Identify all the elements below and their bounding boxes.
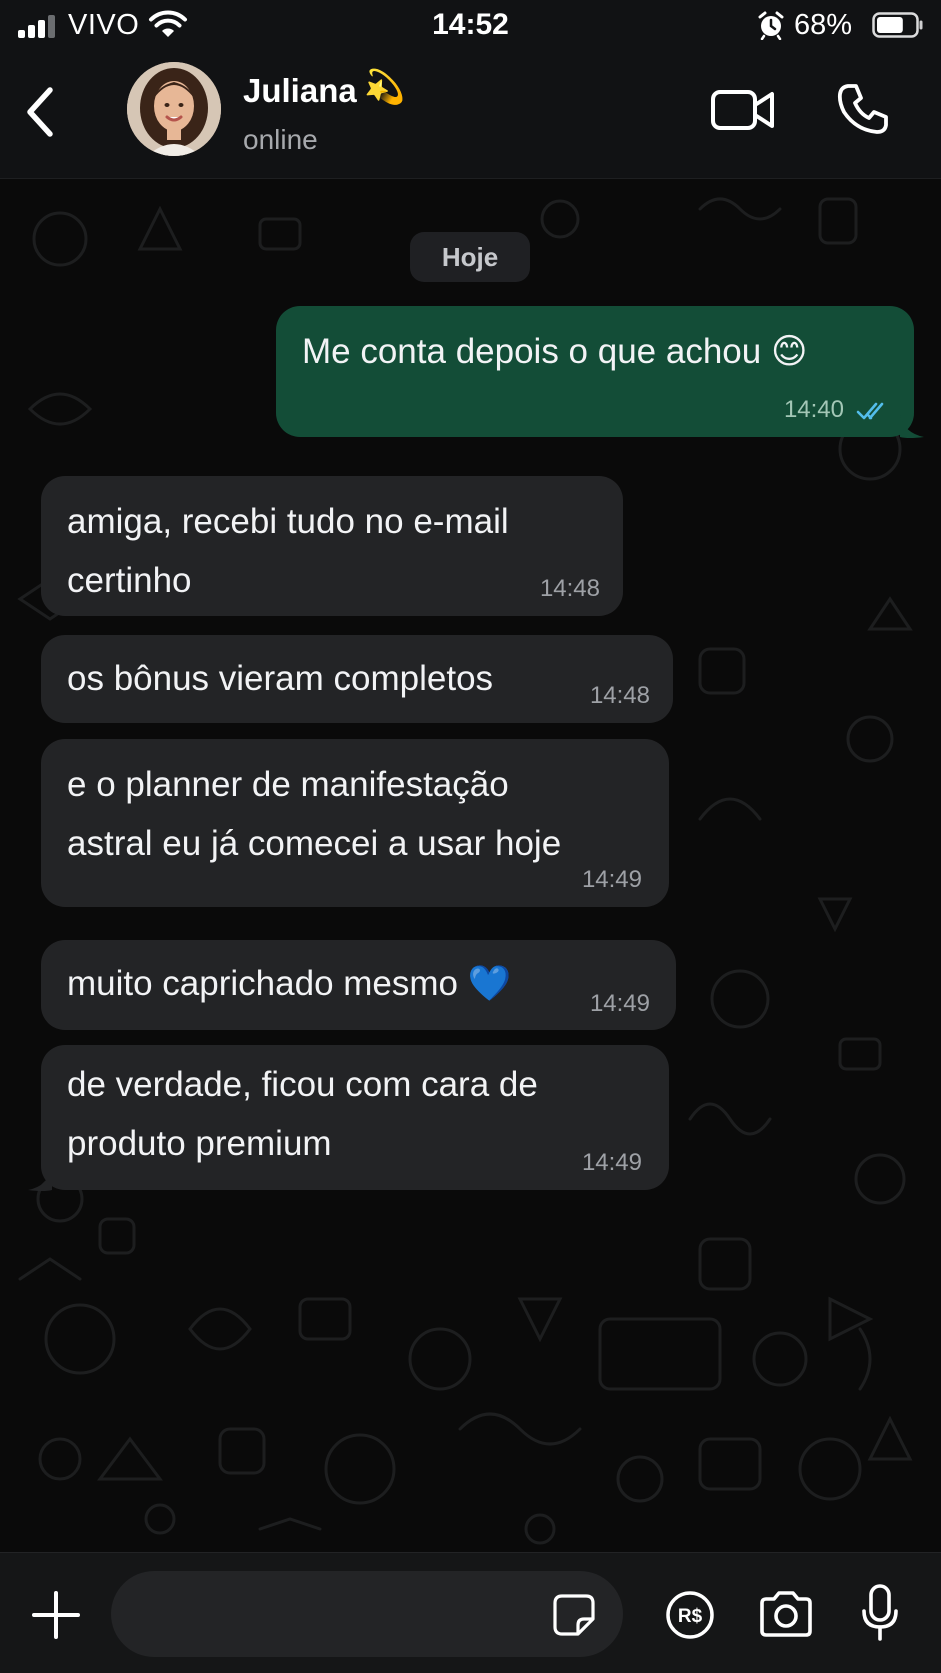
message-time: 14:48 xyxy=(589,682,650,709)
message-text-line: astral eu já comecei a usar hoje xyxy=(67,824,562,863)
date-separator-label: Hoje xyxy=(441,242,499,272)
message-time: 14:49 xyxy=(581,1149,642,1176)
message-text: muito caprichado mesmo 💙 xyxy=(67,964,512,1003)
message-incoming[interactable]: e o planner de manifestação astral eu já… xyxy=(41,739,669,907)
contact-status: online xyxy=(243,124,318,155)
sticker-icon[interactable] xyxy=(552,1593,596,1637)
message-text-line: de verdade, ficou com cara de xyxy=(67,1065,538,1104)
chat-header: Juliana 💫 online xyxy=(0,52,941,179)
message-incoming[interactable]: de verdade, ficou com cara de produto pr… xyxy=(41,1045,669,1190)
message-list[interactable]: Hoje Me conta depois o que achou 😊 14:40… xyxy=(0,179,941,1552)
message-text: os bônus vieram completos xyxy=(67,659,494,698)
message-text-line: certinho xyxy=(67,561,192,600)
battery-icon xyxy=(872,12,923,38)
contact-name[interactable]: Juliana xyxy=(243,72,357,110)
camera-icon[interactable] xyxy=(758,1589,814,1639)
back-icon[interactable] xyxy=(20,82,60,142)
message-incoming[interactable]: os bônus vieram completos 14:48 xyxy=(41,635,673,723)
microphone-icon[interactable] xyxy=(860,1583,900,1643)
message-incoming[interactable]: muito caprichado mesmo 💙 14:49 xyxy=(41,940,676,1030)
alarm-icon xyxy=(758,11,784,40)
avatar-image xyxy=(127,62,221,156)
incoming-bubble-tail xyxy=(28,1168,52,1191)
battery-percent: 68% xyxy=(794,9,853,41)
date-separator: Hoje xyxy=(410,232,530,282)
message-outgoing[interactable]: Me conta depois o que achou 😊 14:40 xyxy=(276,306,914,437)
plus-icon[interactable] xyxy=(30,1589,82,1641)
input-bar: R$ xyxy=(0,1552,941,1673)
message-time: 14:48 xyxy=(539,575,600,602)
contact-name-emoji: 💫 xyxy=(364,68,406,105)
message-input[interactable] xyxy=(111,1571,623,1657)
avatar[interactable] xyxy=(127,62,221,156)
message-time: 14:49 xyxy=(589,990,650,1017)
message-text-line: produto premium xyxy=(67,1124,332,1163)
outgoing-bubble-tail xyxy=(900,415,924,438)
read-receipt-icon xyxy=(856,402,884,420)
message-text-line: e o planner de manifestação xyxy=(67,765,509,804)
payment-icon[interactable]: R$ xyxy=(664,1589,716,1641)
message-text: Me conta depois o que achou 😊 xyxy=(302,332,808,371)
video-call-icon[interactable] xyxy=(710,85,776,135)
message-incoming[interactable]: amiga, recebi tudo no e-mail certinho 14… xyxy=(41,476,623,616)
svg-text:R$: R$ xyxy=(678,1606,703,1627)
message-time: 14:49 xyxy=(581,866,642,893)
message-text-line: amiga, recebi tudo no e-mail xyxy=(67,502,509,541)
phone-icon[interactable] xyxy=(836,82,890,136)
message-time: 14:40 xyxy=(783,396,844,423)
status-bar: VIVO 14:52 68% xyxy=(0,0,941,52)
